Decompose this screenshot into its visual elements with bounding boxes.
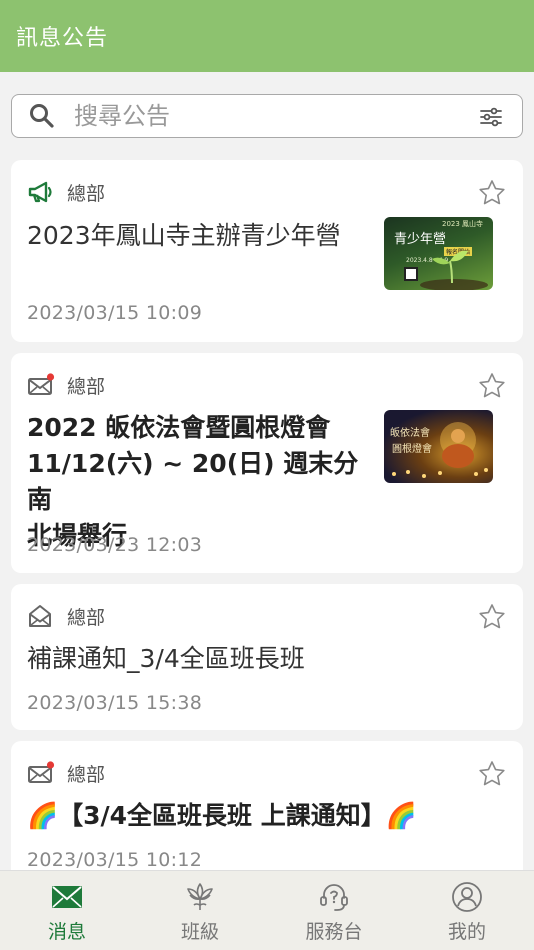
card-header: 總部 (27, 602, 105, 630)
tab-class[interactable]: 班級 (150, 881, 250, 944)
card-header: 總部 (27, 178, 105, 206)
unread-mail-icon (28, 373, 55, 395)
app-header: 訊息公告 (0, 0, 534, 72)
mail-icon (52, 886, 82, 908)
unread-mail-icon (28, 761, 55, 783)
tab-profile[interactable]: 我的 (417, 881, 517, 944)
source-label: 總部 (67, 375, 106, 398)
source-label: 總部 (67, 182, 106, 205)
page-title: 訊息公告 (16, 26, 109, 51)
tab-label: 班級 (180, 921, 219, 943)
tab-service-desk[interactable]: 服務台 (284, 881, 384, 944)
announcement-card[interactable]: 總部 🌈【3/4全區班長班 上課通知】🌈 2023/03/15 10:12 (11, 741, 523, 891)
announcement-thumbnail: 2023 鳳山寺 青少年營 報名開始 2023.4.8 - 4.9 (384, 217, 493, 290)
announcement-date: 2023/03/15 10:09 (27, 302, 203, 324)
card-header: 總部 (27, 759, 105, 787)
filter-icon[interactable] (478, 104, 504, 130)
announcement-date: 2023/03/23 12:03 (27, 534, 203, 556)
card-header: 總部 (27, 371, 105, 399)
source-label: 總部 (67, 763, 106, 786)
buddha-image (392, 422, 488, 478)
tab-messages[interactable]: 消息 (17, 881, 117, 944)
tab-label: 我的 (447, 921, 486, 943)
source-label: 總部 (67, 606, 106, 629)
star-icon[interactable] (477, 178, 507, 208)
announcement-title: 補課通知_3/4全區班長班 (27, 644, 305, 673)
headset-icon (320, 884, 348, 911)
announcement-date: 2023/03/15 15:38 (27, 692, 203, 714)
opened-mail-icon (29, 605, 51, 627)
star-icon[interactable] (477, 371, 507, 401)
sprout-image (420, 250, 488, 290)
announcement-thumbnail: 皈依法會 圓根燈會 (384, 410, 493, 483)
announcement-date: 2023/03/15 10:12 (27, 849, 203, 871)
title-line: 11/12(六) ~ 20(日) 週末分南 (27, 449, 359, 514)
megaphone-icon (28, 181, 52, 203)
search-input[interactable] (74, 96, 464, 136)
search-bar[interactable] (11, 94, 523, 138)
announcement-card[interactable]: 總部 2023年鳳山寺主辦青少年營 2023 鳳山寺 青少年營 報名開始 202… (11, 160, 523, 342)
announcement-card[interactable]: 總部 2022 皈依法會暨圓根燈會 11/12(六) ~ 20(日) 週末分南 … (11, 353, 523, 573)
lotus-icon (187, 883, 213, 910)
tab-label: 服務台 (305, 921, 363, 943)
bottom-tab-bar: 消息 班級 服務台 我的 (0, 870, 534, 950)
announcement-title: 2022 皈依法會暨圓根燈會 11/12(六) ~ 20(日) 週末分南 北場舉… (27, 410, 377, 554)
title-line: 2022 皈依法會暨圓根燈會 (27, 413, 331, 442)
announcement-title: 🌈【3/4全區班長班 上課通知】🌈 (27, 801, 417, 830)
profile-icon (452, 882, 482, 912)
announcement-card[interactable]: 總部 補課通知_3/4全區班長班 2023/03/15 15:38 (11, 584, 523, 730)
tab-label: 消息 (47, 921, 86, 943)
announcement-title: 2023年鳳山寺主辦青少年營 (27, 221, 341, 250)
star-icon[interactable] (477, 759, 507, 789)
search-icon[interactable] (28, 102, 56, 130)
star-icon[interactable] (477, 602, 507, 632)
